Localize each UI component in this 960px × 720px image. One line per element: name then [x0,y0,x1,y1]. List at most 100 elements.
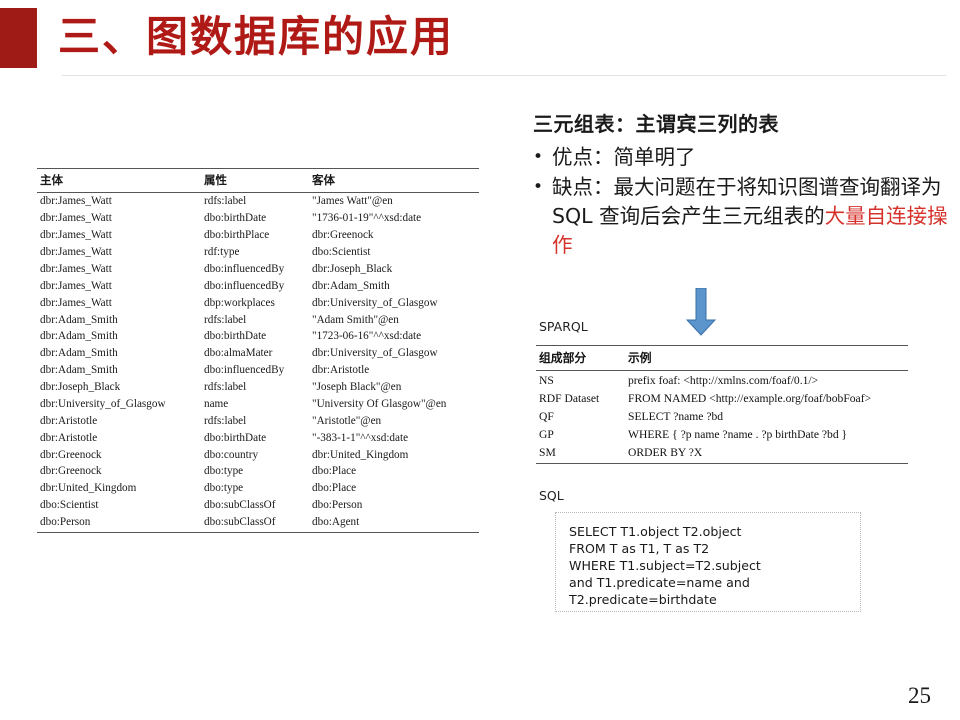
table-cell: WHERE { ?p name ?name . ?p birthDate ?bd… [625,426,908,444]
table-row: dbr:Adam_Smithdbo:almaMaterdbr:Universit… [37,345,479,362]
table-cell: dbo:influencedBy [201,277,309,294]
table-cell: rdfs:label [201,379,309,396]
table-cell: dbr:Aristotle [309,362,479,379]
table-cell: dbr:Greenock [37,446,201,463]
table-row: SMORDER BY ?X [536,444,908,464]
sql-code-line: FROM T as T1, T as T2 [569,540,860,557]
table-row: dbr:James_Wattdbo:birthPlacedbr:Greenock [37,227,479,244]
triple-table-col-subject: 主体 [37,169,201,193]
sparql-table-header-row: 组成部分 示例 [536,346,908,371]
header-divider [62,75,946,76]
table-row: dbr:United_Kingdomdbo:typedbo:Place [37,480,479,497]
table-cell: dbo:Person [37,514,201,533]
table-cell: dbr:University_of_Glasgow [309,294,479,311]
header-accent-block [0,8,37,68]
page-number: 25 [908,683,931,709]
right-panel: 三元组表：主谓宾三列的表 •优点：简单明了•缺点：最大问题在于将知识图谱查询翻译… [533,108,953,261]
table-row: dbr:Greenockdbo:countrydbr:United_Kingdo… [37,446,479,463]
table-row: QFSELECT ?name ?bd [536,407,908,425]
table-cell: dbr:Adam_Smith [37,345,201,362]
table-cell: dbo:Scientist [37,497,201,514]
table-cell: rdfs:label [201,412,309,429]
table-cell: dbo:type [201,480,309,497]
table-cell: dbo:influencedBy [201,362,309,379]
bullet-dot-icon: • [533,173,552,202]
table-cell: "1723-06-16"^^xsd:date [309,328,479,345]
table-row: dbr:James_Wattdbo:birthDate"1736-01-19"^… [37,210,479,227]
table-cell: dbo:birthDate [201,429,309,446]
list-item: •缺点：最大问题在于将知识图谱查询翻译为 SQL 查询后会产生三元组表的大量自连… [533,173,953,260]
triple-table-col-object: 客体 [309,169,479,193]
table-cell: dbr:Aristotle [37,429,201,446]
table-cell: dbr:James_Watt [37,227,201,244]
table-cell: "Adam Smith"@en [309,311,479,328]
table-row: GPWHERE { ?p name ?name . ?p birthDate ?… [536,426,908,444]
table-cell: GP [536,426,625,444]
list-item: •优点：简单明了 [533,143,953,172]
table-row: dbr:James_Wattrdfs:label"James Watt"@en [37,193,479,210]
table-cell: "Joseph Black"@en [309,379,479,396]
sparql-col-example: 示例 [625,346,908,371]
table-cell: dbr:Joseph_Black [37,379,201,396]
table-cell: dbo:type [201,463,309,480]
table-cell: dbr:Adam_Smith [37,328,201,345]
table-cell: dbr:James_Watt [37,261,201,278]
table-cell: dbr:James_Watt [37,277,201,294]
triple-table-heading: 三元组表：主谓宾三列的表 [533,108,953,137]
bullet-dot-icon: • [533,143,552,172]
table-cell: "Aristotle"@en [309,412,479,429]
table-cell: dbo:birthDate [201,328,309,345]
page-title: 三、图数据库的应用 [58,6,454,68]
table-row: RDF DatasetFROM NAMED <http://example.or… [536,389,908,407]
table-row: dbr:Greenockdbo:typedbo:Place [37,463,479,480]
table-cell: dbo:Person [309,497,479,514]
table-cell: dbo:Agent [309,514,479,533]
table-cell: dbo:Scientist [309,244,479,261]
sql-code-line: WHERE T1.subject=T2.subject [569,557,860,574]
sparql-col-component: 组成部分 [536,346,625,371]
table-row: dbr:Aristotlerdfs:label"Aristotle"@en [37,412,479,429]
table-cell: dbr:Adam_Smith [37,362,201,379]
table-cell: rdfs:label [201,311,309,328]
sparql-table: 组成部分 示例 NSprefix foaf: <http://xmlns.com… [536,345,908,464]
table-row: dbr:Adam_Smithdbo:influencedBydbr:Aristo… [37,362,479,379]
table-cell: dbo:country [201,446,309,463]
table-row: dbo:Scientistdbo:subClassOfdbo:Person [37,497,479,514]
table-cell: SELECT ?name ?bd [625,407,908,425]
table-cell: dbr:Greenock [37,463,201,480]
table-cell: RDF Dataset [536,389,625,407]
table-cell: "University Of Glasgow"@en [309,396,479,413]
sql-code-box: SELECT T1.object T2.objectFROM T as T1, … [555,512,861,612]
table-cell: dbr:James_Watt [37,193,201,210]
table-cell: dbr:James_Watt [37,244,201,261]
table-cell: dbo:birthPlace [201,227,309,244]
sparql-label: SPARQL [539,319,588,334]
table-cell: dbr:United_Kingdom [37,480,201,497]
table-cell: dbr:James_Watt [37,210,201,227]
table-cell: NS [536,371,625,390]
list-item-label: 缺点：最大问题在于将知识图谱查询翻译为 SQL 查询后会产生三元组表的大量自连接… [552,173,953,260]
table-cell: dbo:birthDate [201,210,309,227]
table-cell: QF [536,407,625,425]
text-segment: 优点：简单明了 [552,145,696,169]
table-cell: SM [536,444,625,464]
table-cell: name [201,396,309,413]
table-row: dbr:University_of_Glasgowname"University… [37,396,479,413]
table-cell: dbr:James_Watt [37,294,201,311]
table-row: dbr:Aristotledbo:birthDate"-383-1-1"^^xs… [37,429,479,446]
table-cell: rdfs:label [201,193,309,210]
table-cell: dbr:Adam_Smith [37,311,201,328]
table-row: dbr:James_Wattdbo:influencedBydbr:Adam_S… [37,277,479,294]
table-cell: "James Watt"@en [309,193,479,210]
table-row: dbr:James_Wattdbp:workplacesdbr:Universi… [37,294,479,311]
table-row: dbr:James_Wattrdf:typedbo:Scientist [37,244,479,261]
table-cell: FROM NAMED <http://example.org/foaf/bobF… [625,389,908,407]
table-cell: rdf:type [201,244,309,261]
down-arrow-icon [686,288,716,336]
table-row: dbr:Joseph_Blackrdfs:label"Joseph Black"… [37,379,479,396]
table-cell: dbr:Aristotle [37,412,201,429]
bullet-list: •优点：简单明了•缺点：最大问题在于将知识图谱查询翻译为 SQL 查询后会产生三… [533,143,953,260]
table-cell: "1736-01-19"^^xsd:date [309,210,479,227]
table-row: dbr:James_Wattdbo:influencedBydbr:Joseph… [37,261,479,278]
table-cell: dbp:workplaces [201,294,309,311]
